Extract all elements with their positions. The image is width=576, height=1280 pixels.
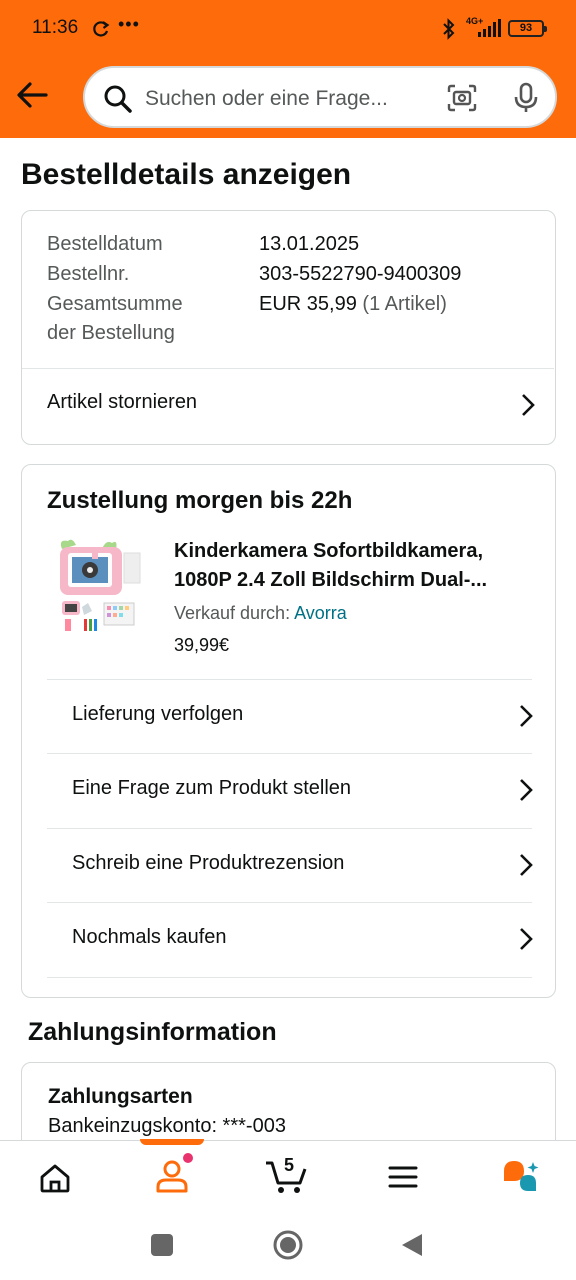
seller-link[interactable]: Avorra <box>294 603 347 623</box>
bottom-navigation <box>0 1139 576 1213</box>
product-title-line-2: 1080P 2.4 Zoll Bildschirm Dual-... <box>174 569 488 591</box>
sync-icon <box>93 21 110 37</box>
status-time: 11:36 <box>32 17 79 38</box>
android-system-navigation <box>0 1212 576 1280</box>
payment-methods-title: Zahlungsarten <box>48 1085 193 1108</box>
nav-rufus[interactable] <box>482 1141 562 1213</box>
seller-info: Verkauf durch: Avorra <box>174 603 347 624</box>
home-icon <box>40 1164 70 1193</box>
order-number-label: Bestellnr. <box>47 263 130 285</box>
home-button-icon[interactable] <box>272 1229 304 1261</box>
product-image[interactable] <box>54 535 142 639</box>
write-review-label: Schreib eine Produktrezension <box>72 852 345 874</box>
delivery-card: Zustellung morgen bis 22h Kinderkamera S… <box>21 464 556 998</box>
nav-cart[interactable] <box>248 1141 328 1213</box>
write-review-row[interactable]: Schreib eine Produktrezension <box>47 829 533 903</box>
order-total-value: EUR 35,99 (1 Artikel) <box>259 290 447 319</box>
payment-section-title: Zahlungsinformation <box>28 1018 277 1046</box>
search-input[interactable] <box>145 85 425 113</box>
status-bar: 11:36 ••• 4G+ 93 <box>0 0 576 58</box>
back-arrow-icon[interactable] <box>16 80 48 110</box>
nav-home[interactable] <box>15 1141 95 1213</box>
order-total-label: Gesamtsumme <box>47 293 183 315</box>
cancel-items-label: Artikel stornieren <box>47 391 198 413</box>
seller-prefix: Verkauf durch: <box>174 603 291 623</box>
more-notifications-icon: ••• <box>118 14 140 34</box>
bluetooth-icon <box>443 18 455 40</box>
chevron-right-icon <box>520 779 533 801</box>
rufus-assistant-icon <box>504 1161 539 1191</box>
page-title: Bestelldetails anzeigen <box>21 158 352 191</box>
product-price: 39,99€ <box>174 635 230 655</box>
ask-product-question-label: Eine Frage zum Produkt stellen <box>72 777 352 799</box>
order-date-label: Bestelldatum <box>47 233 163 255</box>
order-total-amount: EUR 35,99 <box>259 293 357 315</box>
product-title-line-1: Kinderkamera Sofortbildkamera, <box>174 540 483 562</box>
microphone-icon[interactable] <box>513 82 539 114</box>
battery-indicator: 93 <box>508 20 547 37</box>
buy-again-label: Nochmals kaufen <box>72 926 227 948</box>
nav-account[interactable] <box>132 1141 212 1213</box>
recent-apps-icon[interactable] <box>150 1233 174 1257</box>
nav-menu[interactable] <box>364 1141 444 1213</box>
app-header: 11:36 ••• 4G+ 93 <box>0 0 576 138</box>
search-icon <box>104 85 132 113</box>
signal-icon <box>478 19 501 37</box>
delivery-title: Zustellung morgen bis 22h <box>47 487 353 514</box>
divider <box>47 977 532 978</box>
order-item-count: (1 Artikel) <box>362 293 447 315</box>
product-title[interactable]: Kinderkamera Sofortbildkamera, 1080P 2.4… <box>174 537 534 595</box>
payment-method: Bankeinzugskonto: ***-003 <box>48 1115 286 1137</box>
order-number-value: 303-5522790-9400309 <box>259 263 462 285</box>
notification-dot <box>183 1153 193 1163</box>
camera-scan-icon[interactable] <box>447 84 477 112</box>
cart-count: 5 <box>284 1155 295 1175</box>
cancel-items-row[interactable]: Artikel stornieren <box>22 369 555 443</box>
account-icon <box>156 1153 193 1193</box>
order-date-value: 13.01.2025 <box>259 233 360 255</box>
chevron-right-icon <box>522 394 535 416</box>
search-bar[interactable] <box>83 66 557 128</box>
buy-again-row[interactable]: Nochmals kaufen <box>47 903 533 977</box>
menu-icon <box>388 1166 418 1188</box>
chevron-right-icon <box>520 928 533 950</box>
track-delivery-row[interactable]: Lieferung verfolgen <box>47 680 533 754</box>
track-delivery-label: Lieferung verfolgen <box>72 703 244 725</box>
order-summary-card: Bestelldatum 13.01.2025 Bestellnr. 303-5… <box>21 210 556 445</box>
ask-product-question-row[interactable]: Eine Frage zum Produkt stellen <box>47 754 533 828</box>
order-total-label-2: der Bestellung <box>47 322 175 344</box>
back-button-icon[interactable] <box>400 1232 424 1258</box>
chevron-right-icon <box>520 854 533 876</box>
chevron-right-icon <box>520 705 533 727</box>
